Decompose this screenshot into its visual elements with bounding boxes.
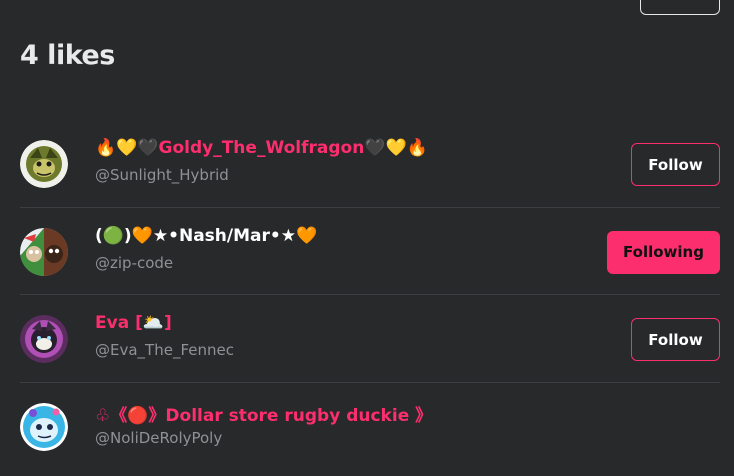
user-display-name[interactable]: (🟢)🧡★•Nash/Mar•★🧡: [95, 226, 317, 246]
list-item: Eva [🌥️] @Eva_The_Fennec Follow: [20, 295, 720, 383]
list-item: (🟢)🧡★•Nash/Mar•★🧡 @zip-code Following: [20, 208, 720, 295]
page-title: 4 likes: [20, 40, 115, 71]
list-item: ♧《🔴》Dollar store rugby duckie 》 @NoliDeR…: [20, 383, 720, 471]
user-display-name[interactable]: Eva [🌥️]: [95, 313, 172, 333]
avatar[interactable]: [20, 227, 68, 276]
top-action-button[interactable]: [640, 0, 720, 15]
following-button[interactable]: Following: [607, 230, 720, 274]
follow-button[interactable]: Follow: [631, 143, 720, 186]
avatar[interactable]: [20, 402, 68, 451]
user-display-name[interactable]: ♧《🔴》Dollar store rugby duckie 》: [95, 401, 432, 426]
user-handle[interactable]: @zip-code: [95, 254, 173, 272]
user-handle[interactable]: @NoliDeRolyPoly: [95, 429, 222, 447]
avatar[interactable]: [20, 140, 68, 188]
user-handle[interactable]: @Sunlight_Hybrid: [95, 166, 229, 184]
follow-button[interactable]: Follow: [631, 318, 720, 361]
avatar[interactable]: [20, 315, 68, 363]
user-display-name[interactable]: 🔥💛🖤Goldy_The_Wolfragon🖤💛🔥: [95, 138, 428, 158]
list-item: 🔥💛🖤Goldy_The_Wolfragon🖤💛🔥 @Sunlight_Hybr…: [20, 120, 720, 208]
user-handle[interactable]: @Eva_The_Fennec: [95, 341, 234, 359]
likes-list: 🔥💛🖤Goldy_The_Wolfragon🖤💛🔥 @Sunlight_Hybr…: [0, 120, 734, 470]
